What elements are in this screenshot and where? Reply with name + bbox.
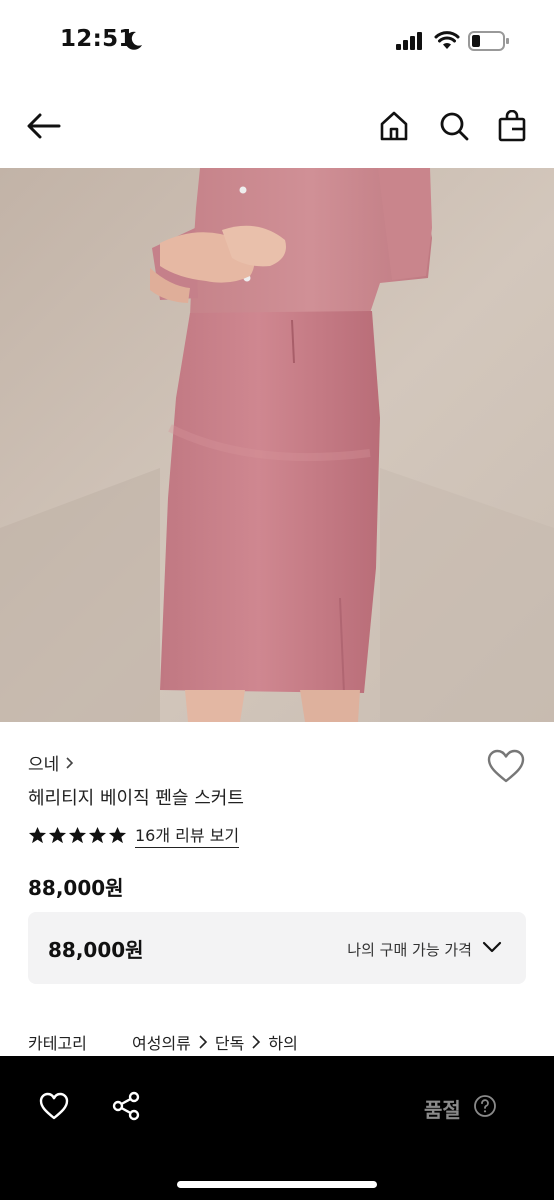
my-price-value: 88,000원 bbox=[48, 938, 144, 962]
star-icon bbox=[48, 826, 67, 843]
cellular-signal-icon bbox=[396, 32, 422, 50]
product-image[interactable] bbox=[0, 168, 554, 722]
moon-icon bbox=[125, 31, 142, 50]
wishlist-heart-icon[interactable] bbox=[38, 1090, 70, 1122]
chevron-right-icon bbox=[252, 1035, 261, 1049]
back-button[interactable] bbox=[24, 106, 64, 146]
category-crumb-single[interactable]: 단독 bbox=[215, 1030, 244, 1054]
shopping-bag-icon bbox=[498, 110, 526, 142]
home-icon bbox=[380, 111, 408, 141]
heart-icon[interactable] bbox=[486, 748, 526, 784]
product-name: 헤리티지 베이직 펜슬 스커트 bbox=[28, 788, 244, 809]
shopping-bag-button[interactable] bbox=[492, 106, 532, 146]
product-price: 88,000원 bbox=[28, 876, 124, 900]
my-price-label: 나의 구매 가능 가격 bbox=[347, 941, 472, 959]
back-arrow-icon bbox=[27, 113, 61, 139]
star-icon bbox=[28, 826, 47, 843]
rating-row: 16개 리뷰 보기 bbox=[28, 822, 240, 848]
category-label: 카테고리 bbox=[28, 1034, 87, 1053]
bottom-action-bar: 품절 bbox=[0, 1056, 554, 1200]
battery-icon bbox=[468, 31, 509, 51]
chevron-right-icon bbox=[199, 1035, 208, 1049]
category-crumb-bottoms[interactable]: 하의 bbox=[268, 1030, 297, 1054]
rating-stars bbox=[28, 826, 127, 845]
my-price-box[interactable]: 88,000원 나의 구매 가능 가격 bbox=[28, 912, 526, 984]
share-icon[interactable] bbox=[110, 1090, 142, 1122]
star-icon bbox=[108, 826, 127, 843]
chevron-right-icon bbox=[66, 756, 74, 769]
brand-name: 으네 bbox=[28, 755, 60, 775]
status-bar: 12:51 bbox=[0, 0, 554, 84]
product-photo-skirt bbox=[0, 168, 554, 722]
home-button[interactable] bbox=[374, 106, 414, 146]
star-icon bbox=[88, 826, 107, 843]
soldout-label: 품절 bbox=[424, 1098, 461, 1122]
review-link[interactable]: 16개 리뷰 보기 bbox=[135, 822, 240, 848]
app-header bbox=[0, 84, 554, 168]
home-indicator bbox=[177, 1181, 377, 1188]
category-breadcrumb: 여성의류 단독 하의 bbox=[132, 1030, 298, 1054]
wifi-icon bbox=[434, 31, 460, 49]
search-icon bbox=[440, 112, 469, 141]
brand-link[interactable]: 으네 bbox=[28, 750, 75, 775]
help-question-icon[interactable] bbox=[473, 1094, 497, 1118]
chevron-down-icon bbox=[482, 941, 502, 953]
search-button[interactable] bbox=[434, 106, 474, 146]
star-icon bbox=[68, 826, 87, 843]
category-crumb-women[interactable]: 여성의류 bbox=[132, 1030, 191, 1054]
